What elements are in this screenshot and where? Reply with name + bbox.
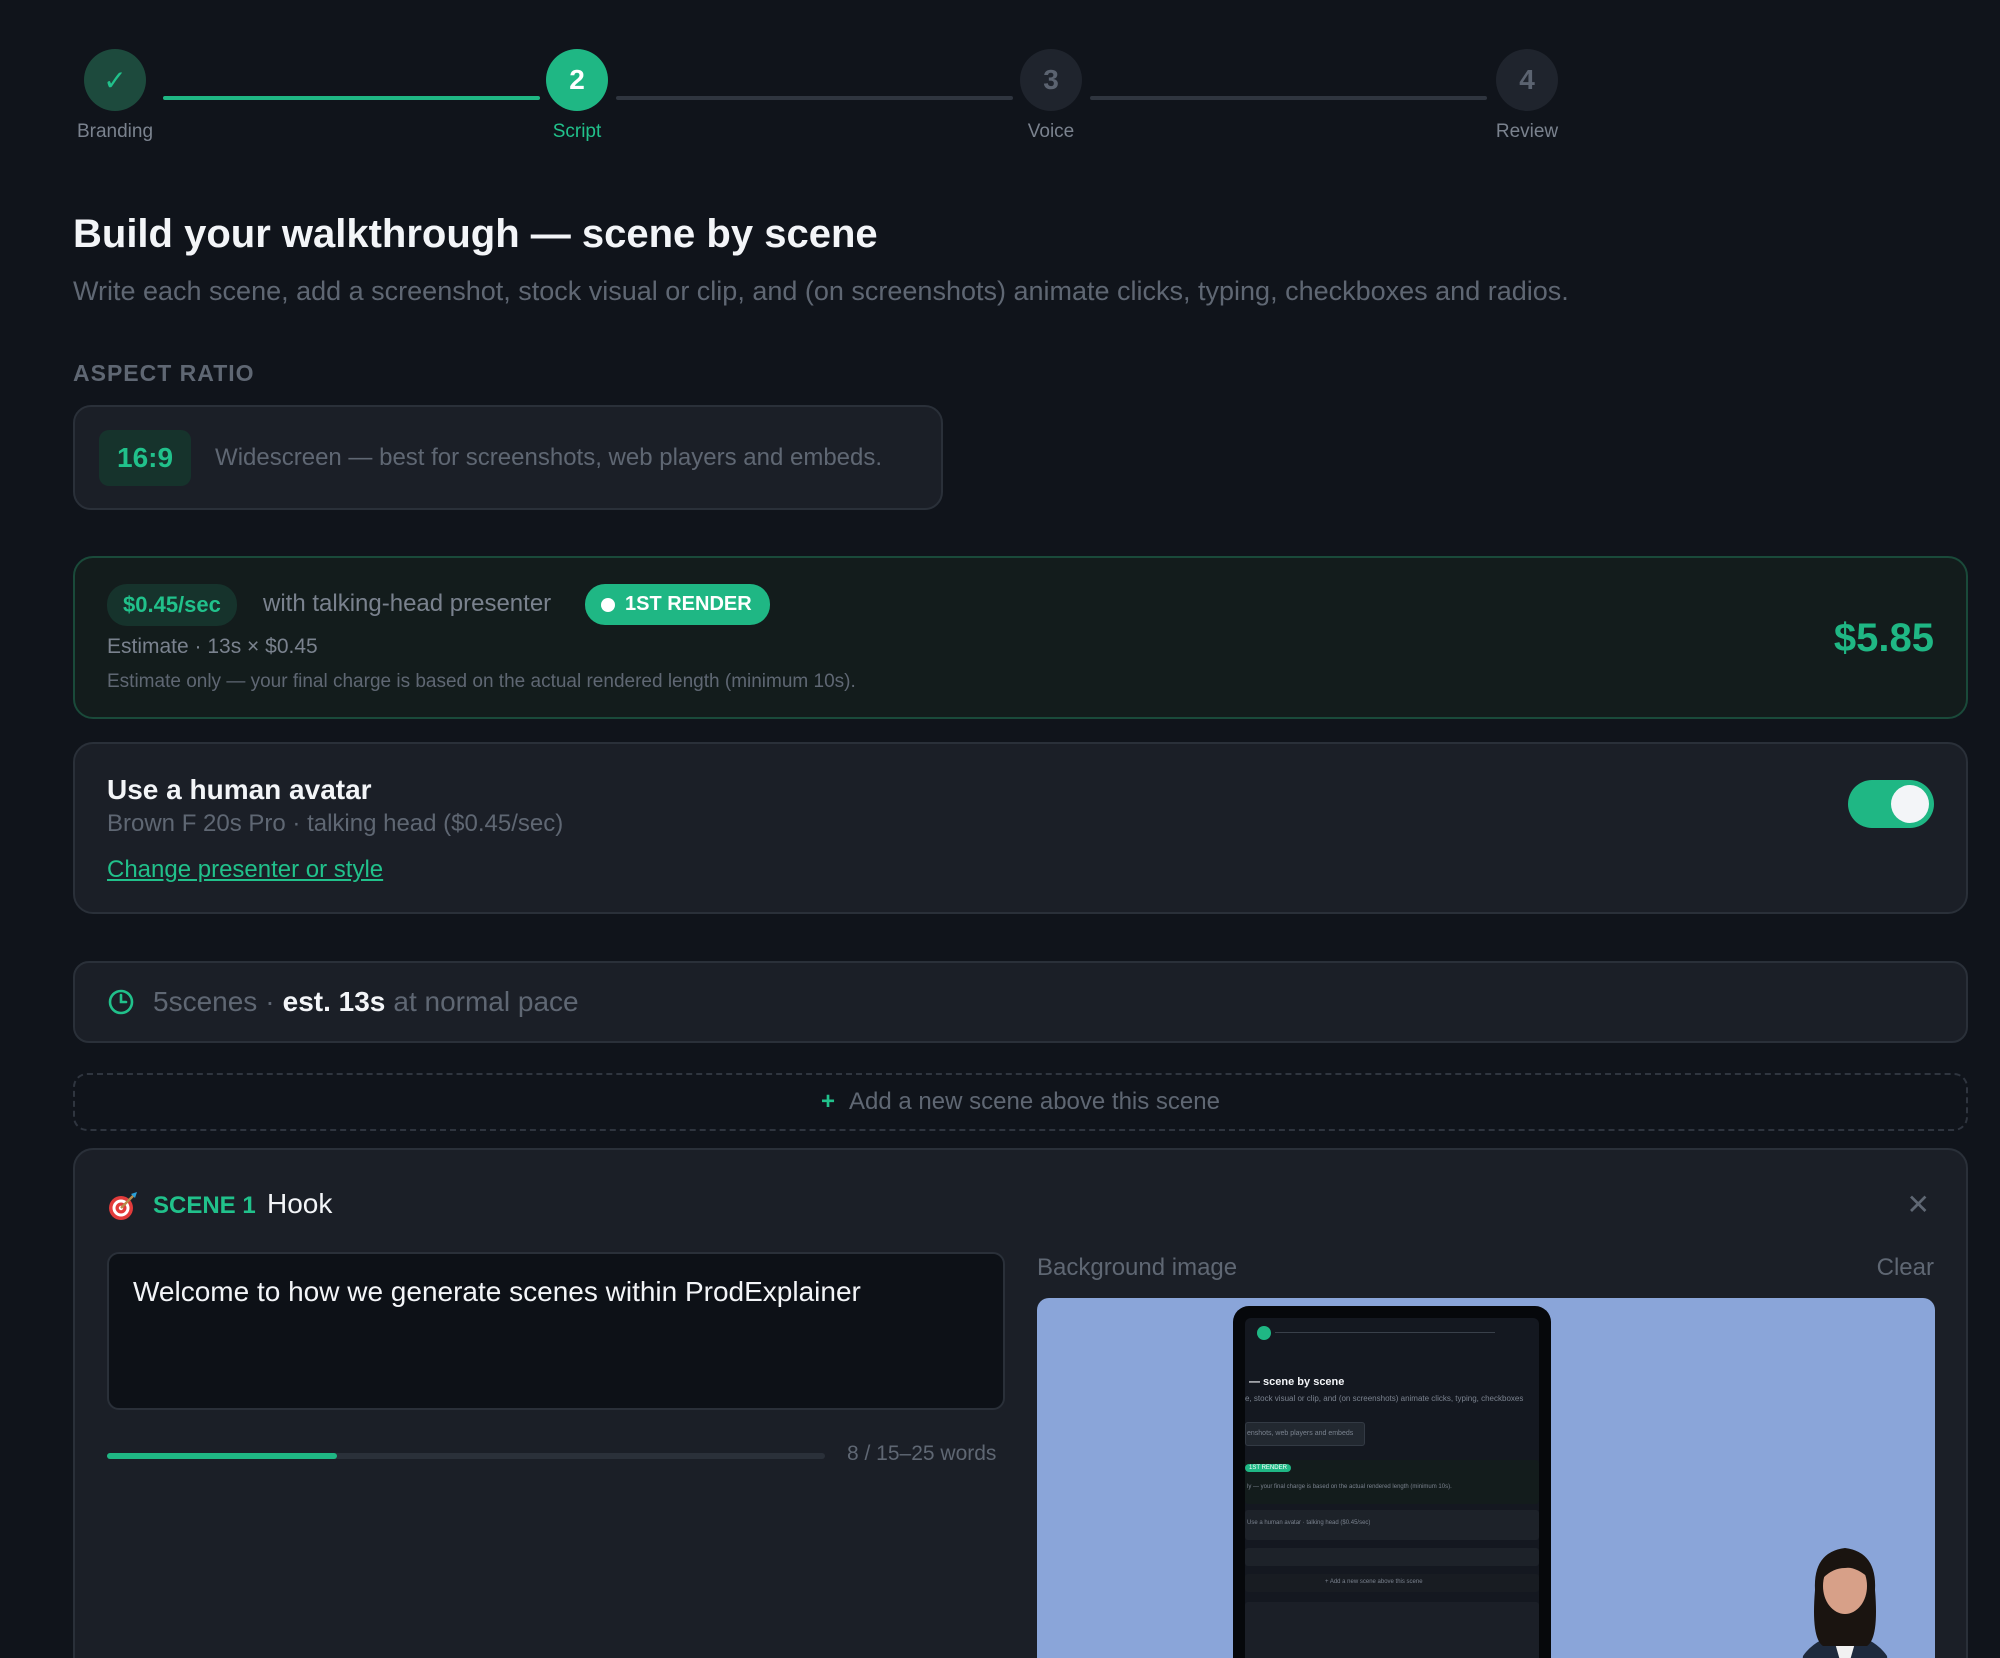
aspect-ratio-value: 16:9 <box>99 429 192 486</box>
page-title: Build your walkthrough — scene by scene <box>73 212 878 256</box>
mini-subline: e, stock visual or clip, and (on screens… <box>1245 1394 1524 1403</box>
background-image-preview[interactable]: — scene by scene e, stock visual or clip… <box>1037 1298 1935 1658</box>
plus-icon: + <box>821 1088 836 1115</box>
step-branding[interactable]: ✓ Branding <box>55 49 175 143</box>
step-connector-2 <box>616 96 1013 100</box>
presenter-avatar <box>1802 1548 1888 1658</box>
step-number: 2 <box>546 49 608 111</box>
dot-icon <box>601 597 615 612</box>
avatar-toggle[interactable] <box>1848 780 1934 828</box>
background-image-label: Background image <box>1037 1254 1238 1281</box>
estimate-calculation: Estimate · 13s × $0.45 <box>107 635 318 658</box>
mini-aspect-text: enshots, web players and embeds <box>1247 1430 1354 1437</box>
scene-script-textarea[interactable]: Welcome to how we generate scenes within… <box>107 1252 1005 1410</box>
pricing-estimate-card: $0.45/sec with talking-head presenter 1S… <box>73 556 1968 719</box>
progress-stepper: ✓ Branding 2 Script 3 Voice 4 Review <box>0 0 1600 160</box>
clear-background-button[interactable]: Clear <box>1877 1254 1934 1282</box>
mini-heading: — scene by scene <box>1249 1376 1345 1388</box>
word-count-progress-fill <box>107 1453 337 1459</box>
human-avatar-card: Use a human avatar Brown F 20s Pro · tal… <box>73 742 1968 914</box>
aspect-ratio-description: Widescreen — best for screenshots, web p… <box>215 443 883 471</box>
mini-scene-card <box>1245 1602 1539 1658</box>
estimate-disclaimer: Estimate only — your final charge is bas… <box>107 671 856 692</box>
device-mockup: — scene by scene e, stock visual or clip… <box>1233 1306 1551 1658</box>
avatar-title: Use a human avatar <box>107 774 372 805</box>
clock-icon <box>108 989 134 1015</box>
step-label: Review <box>1495 121 1559 142</box>
scene-summary: 5scenes · est. 13s at normal pace <box>73 961 1968 1043</box>
mini-note: ly — your final charge is based on the a… <box>1247 1484 1452 1490</box>
page-subtitle: Write each scene, add a screenshot, stoc… <box>73 276 1569 306</box>
scene-name[interactable]: Hook <box>267 1188 332 1220</box>
mini-step-line <box>1275 1332 1495 1333</box>
rate-badge: $0.45/sec <box>107 584 237 626</box>
mini-summary <box>1245 1548 1539 1566</box>
step-label: Branding <box>76 121 154 142</box>
step-number: 3 <box>1020 49 1082 111</box>
toggle-knob <box>1891 785 1929 823</box>
avatar-description: Brown F 20s Pro · talking head ($0.45/se… <box>107 810 564 837</box>
step-voice[interactable]: 3 Voice <box>991 49 1111 143</box>
mini-avatar-line: Use a human avatar · talking head ($0.45… <box>1247 1520 1371 1526</box>
close-icon[interactable]: ✕ <box>1907 1188 1930 1221</box>
aspect-ratio-label: ASPECT RATIO <box>73 360 255 386</box>
step-number: 4 <box>1496 49 1558 111</box>
check-icon: ✓ <box>84 49 146 111</box>
mini-step-icon <box>1257 1326 1271 1340</box>
first-render-label: 1ST RENDER <box>625 593 752 615</box>
mini-badge: 1ST RENDER <box>1245 1464 1291 1472</box>
step-script[interactable]: 2 Script <box>517 49 637 143</box>
summary-separator: · <box>265 986 275 1017</box>
scene-card: SCENE 1 Hook ✕ Welcome to how we generat… <box>73 1148 1968 1658</box>
price-total: $5.85 <box>1833 616 1934 660</box>
scene-count: 5scenes <box>153 986 258 1017</box>
add-scene-button[interactable]: + Add a new scene above this scene <box>73 1073 1968 1131</box>
pace-label: at normal pace <box>393 986 579 1017</box>
rate-description: with talking-head presenter <box>263 590 552 617</box>
change-presenter-link[interactable]: Change presenter or style <box>107 856 383 884</box>
first-render-badge: 1ST RENDER <box>585 584 770 625</box>
step-review[interactable]: 4 Review <box>1467 49 1587 143</box>
scene-number: SCENE 1 <box>153 1192 256 1219</box>
target-icon <box>109 1192 137 1220</box>
estimated-duration: est. 13s <box>282 986 386 1017</box>
step-connector-1 <box>163 96 540 100</box>
add-scene-label: Add a new scene above this scene <box>849 1088 1220 1115</box>
word-count-progress <box>107 1453 825 1459</box>
step-label: Script <box>552 121 602 142</box>
aspect-ratio-option[interactable]: 16:9 Widescreen — best for screenshots, … <box>73 405 943 510</box>
mini-add-scene-label: + Add a new scene above this scene <box>1325 1579 1423 1585</box>
device-screenshot: — scene by scene e, stock visual or clip… <box>1245 1318 1539 1658</box>
step-connector-3 <box>1090 96 1487 100</box>
word-count: 8 / 15–25 words <box>847 1442 997 1465</box>
step-label: Voice <box>1027 121 1075 142</box>
